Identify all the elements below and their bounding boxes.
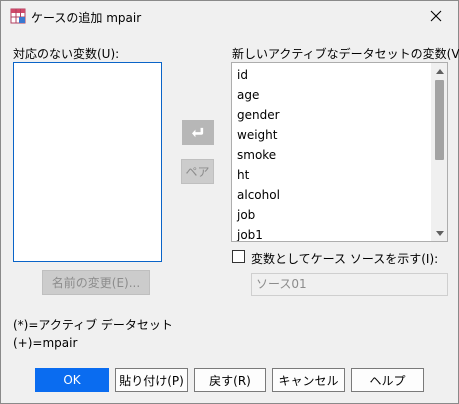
new-dataset-variables-label: 新しいアクティブなデータセットの変数(V): — [232, 47, 459, 61]
pair-button[interactable]: ペア — [181, 159, 214, 184]
variable-list-item[interactable]: job — [237, 208, 255, 222]
add-cases-dialog: ケースの追加 mpair 対応のない変数(U): ペア 新しいアクティブなデータ… — [0, 0, 459, 404]
variable-list-item[interactable]: alcohol — [237, 188, 280, 202]
table-icon — [10, 8, 26, 24]
mpair-legend: (+)=mpair — [13, 336, 78, 350]
new-dataset-variables-list[interactable]: id age gender weight smoke ht alcohol job job1 — [231, 62, 448, 242]
source-name-field[interactable]: ソース01 — [251, 273, 448, 296]
scroll-down-icon[interactable] — [432, 225, 447, 241]
help-button[interactable]: ヘルプ — [351, 368, 424, 392]
variable-list-item[interactable]: gender — [237, 108, 280, 122]
active-dataset-legend: (*)=アクティブ データセット — [13, 318, 173, 332]
scroll-up-icon[interactable] — [432, 63, 447, 79]
variable-list-item[interactable]: weight — [237, 128, 277, 142]
cancel-button[interactable]: キャンセル — [272, 368, 345, 392]
variable-list-item[interactable]: smoke — [237, 148, 276, 162]
variable-list-item[interactable]: id — [237, 68, 248, 82]
vertical-scrollbar[interactable] — [431, 63, 447, 241]
case-source-checkbox[interactable] — [232, 250, 245, 263]
title-bar: ケースの追加 mpair — [1, 1, 458, 32]
close-icon — [430, 10, 442, 22]
scrollbar-thumb[interactable] — [435, 80, 444, 160]
case-source-label: 変数としてケース ソースを示す(I): — [251, 252, 439, 266]
move-variable-button[interactable] — [182, 120, 214, 145]
close-button[interactable] — [414, 1, 458, 31]
variable-list-item[interactable]: ht — [237, 168, 249, 182]
window-title: ケースの追加 mpair — [31, 11, 142, 25]
unpaired-variables-label: 対応のない変数(U): — [13, 47, 120, 61]
arrow-left-icon — [192, 127, 204, 137]
variable-list-item[interactable]: job1 — [237, 228, 263, 241]
ok-button[interactable]: OK — [35, 368, 109, 392]
rename-button[interactable]: 名前の変更(E)... — [42, 270, 150, 295]
reset-button[interactable]: 戻す(R) — [194, 368, 266, 392]
paste-button[interactable]: 貼り付け(P) — [115, 368, 188, 392]
variable-list-item[interactable]: age — [237, 88, 259, 102]
unpaired-variables-list[interactable] — [13, 62, 162, 262]
